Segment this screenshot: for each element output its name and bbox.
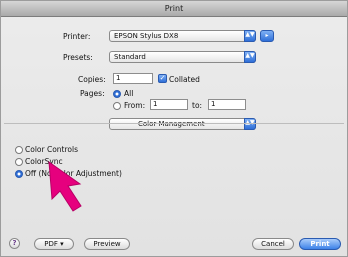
window-title: Print — [1, 1, 347, 17]
help-button[interactable]: ? — [9, 238, 20, 249]
panel-value: Color Management — [138, 120, 205, 128]
pages-all-radio[interactable] — [113, 90, 121, 98]
presets-popup[interactable]: Standard ▲▼ — [109, 51, 256, 63]
color-controls-radio[interactable] — [15, 146, 23, 154]
printer-disclosure-button[interactable]: ▸ — [260, 30, 274, 42]
cancel-button[interactable]: Cancel — [252, 238, 294, 250]
copies-label: Copies: — [78, 75, 106, 84]
pages-from-radio[interactable] — [113, 102, 121, 110]
pages-from-field[interactable]: 1 — [150, 99, 188, 110]
preview-button[interactable]: Preview — [84, 238, 130, 250]
color-controls-label: Color Controls — [25, 145, 78, 154]
presets-label: Presets: — [63, 53, 93, 62]
presets-value: Standard — [114, 53, 146, 61]
print-button[interactable]: Print — [299, 238, 341, 250]
no-color-adjustment-radio[interactable] — [15, 170, 23, 178]
print-dialog: Print Printer: EPSON Stylus DX8 ▲▼ ▸ Pre… — [0, 0, 348, 257]
pointer-arrow-icon — [48, 160, 82, 212]
popup-arrows-icon: ▲▼ — [244, 118, 256, 130]
printer-label: Printer: — [63, 32, 91, 41]
pages-label: Pages: — [80, 89, 105, 98]
pages-to-label: to: — [192, 101, 203, 110]
popup-arrows-icon: ▲▼ — [244, 51, 256, 63]
pages-all-label: All — [124, 89, 134, 98]
panel-popup[interactable]: Color Management ▲▼ — [109, 118, 256, 130]
printer-value: EPSON Stylus DX8 — [114, 32, 179, 40]
pdf-menu-button[interactable]: PDF ▾ — [34, 238, 74, 250]
popup-arrows-icon: ▲▼ — [244, 30, 256, 42]
disclosure-triangle-icon: ▸ — [265, 32, 269, 39]
pages-to-field[interactable]: 1 — [208, 99, 246, 110]
colorsync-radio[interactable] — [15, 158, 23, 166]
section-divider — [4, 123, 344, 124]
collated-checkbox[interactable]: ✓ — [158, 74, 167, 83]
pages-from-label: From: — [124, 101, 146, 110]
printer-popup[interactable]: EPSON Stylus DX8 ▲▼ — [109, 30, 256, 42]
copies-field[interactable]: 1 — [113, 73, 153, 84]
collated-label: Collated — [169, 75, 200, 84]
